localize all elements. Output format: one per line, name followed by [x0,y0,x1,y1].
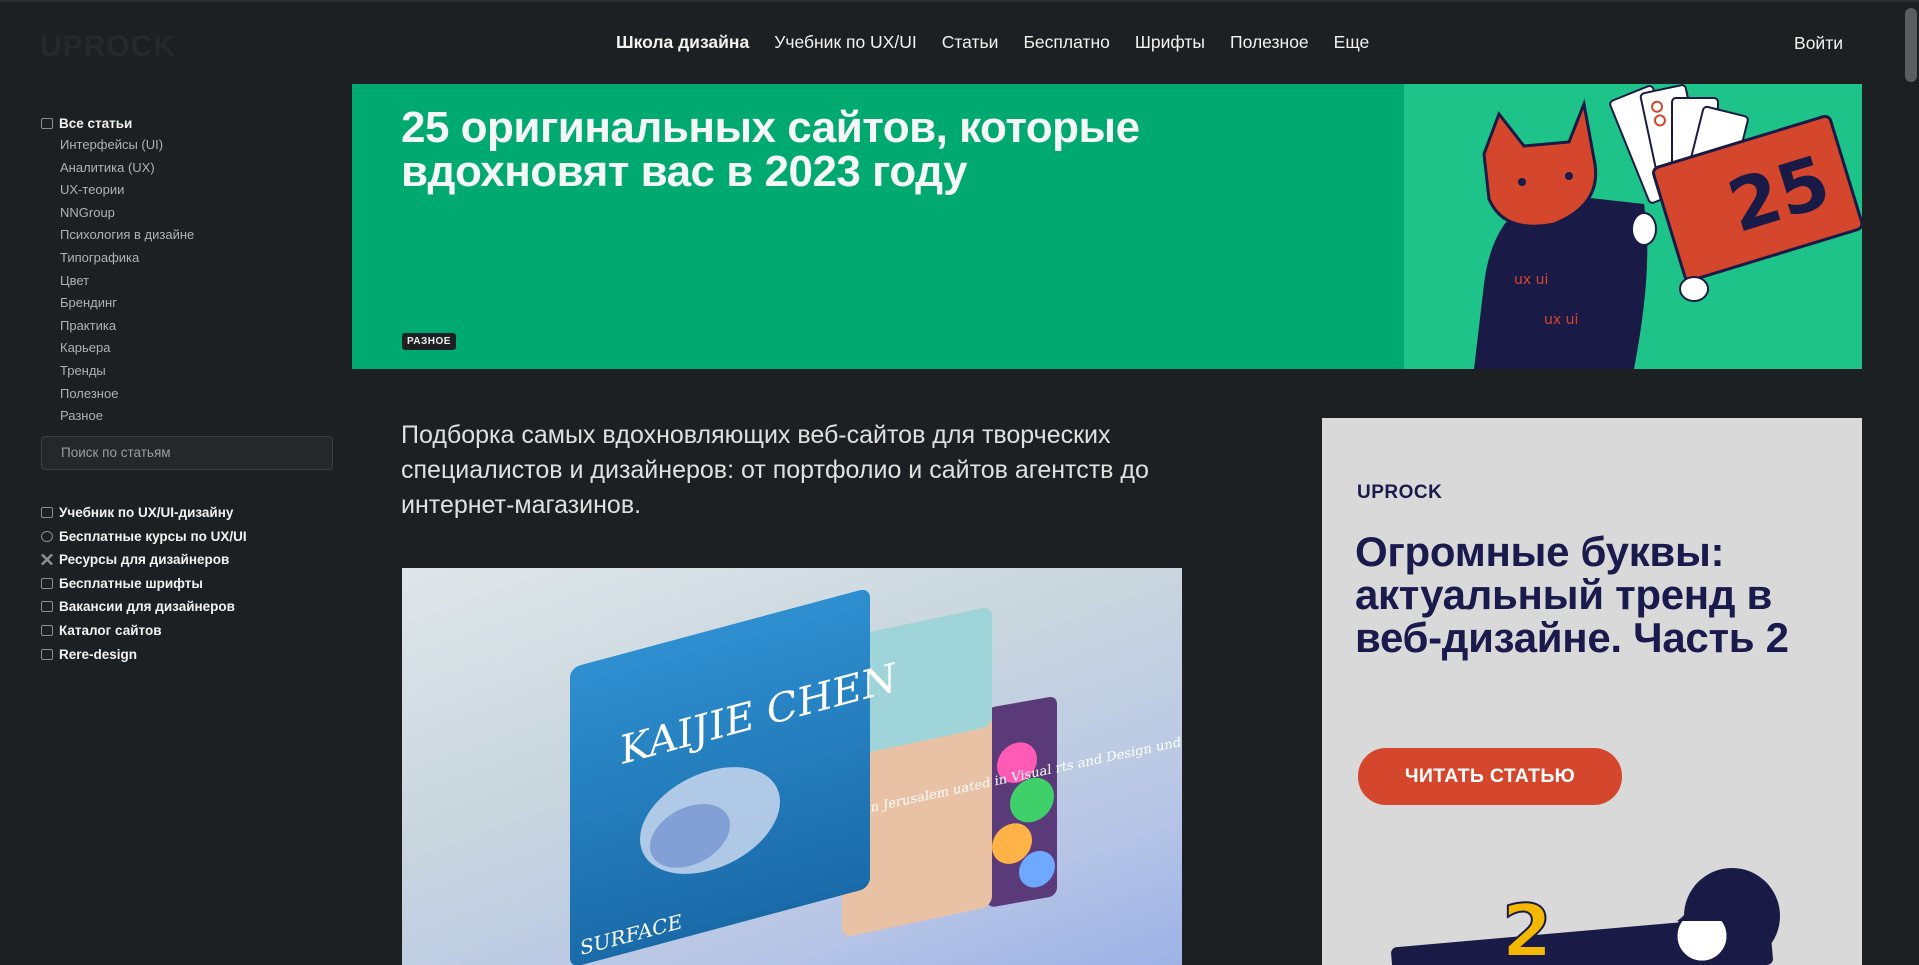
article-search-input[interactable]: Поиск по статьям [41,435,333,470]
sidebar-link-vacancies[interactable]: Вакансии для дизайнеров [41,595,333,619]
sidebar-category[interactable]: Практика [60,315,333,338]
sidebar-category[interactable]: Брендинг [60,292,333,315]
promo-illustration: 2 [1391,868,1780,965]
sidebar-link-label: Каталог сайтов [59,622,162,638]
shirt-pattern-text: ux ui [1544,312,1578,328]
article-hero: 25 оригинальных сайтов, которые вдохновя… [352,84,1862,369]
sidebar-category[interactable]: Аналитика (UX) [60,157,333,180]
briefcase-icon [41,601,53,613]
sidebar-link-label: Бесплатные шрифты [59,575,203,591]
sidebar-category[interactable]: Психология в дизайне [60,224,333,247]
top-navigation: UPROCK Школа дизайна Учебник по UX/UI Ст… [0,0,1919,84]
tools-icon [41,554,53,566]
star-icon [41,530,53,542]
sidebar-category[interactable]: NNGroup [60,202,333,225]
book-icon [41,507,53,519]
sidebar-category[interactable]: Полезное [60,383,333,406]
article-lead: Подборка самых вдохновляющих веб-сайтов … [401,421,1149,519]
sidebar: Все статьи Интерфейсы (UI) Аналитика (UX… [41,112,333,666]
layers-icon [41,648,53,660]
sidebar-link-label: Rere-design [59,646,138,662]
promo-title: Огромные буквы: актуальный тренд в веб-д… [1355,528,1789,661]
nav-item-fonts[interactable]: Шрифты [1135,32,1205,53]
sidebar-link-free-fonts[interactable]: Бесплатные шрифты [41,572,333,596]
promo-art-number: 2 [1502,889,1552,965]
sidebar-category[interactable]: Карьера [60,337,333,360]
shirt-pattern-text: ux ui [1514,272,1548,288]
nav-item-free[interactable]: Бесплатно [1023,32,1109,53]
sidebar-category[interactable]: UX-теории [60,179,333,202]
login-link[interactable]: Войти [1794,33,1843,54]
nav-item-more[interactable]: Еще [1334,32,1370,53]
fox-cards-illustration: 25 ux ui ux ui [1474,84,1862,369]
nav-item-articles[interactable]: Статьи [942,32,999,53]
sidebar-link-rere-design[interactable]: Rere-design [41,642,333,666]
hero-illustration: 25 ux ui ux ui [1404,84,1862,369]
sidebar-category[interactable]: Интерфейсы (UI) [60,134,333,157]
sidebar-all-articles[interactable]: Все статьи [41,112,333,134]
main-nav: Школа дизайна Учебник по UX/UI Статьи Бе… [616,32,1369,53]
sidebar-link-label: Учебник по UX/UI-дизайну [59,505,234,521]
nav-item-design-school[interactable]: Школа дизайна [616,32,749,53]
sidebar-link-free-courses[interactable]: Бесплатные курсы по UX/UI [41,524,333,548]
font-icon [41,577,53,589]
article-cover-image: d in Jerusalem uated in Visual rts and D… [402,568,1182,965]
sidebar-category[interactable]: Тренды [60,360,333,383]
sidebar-link-label: Вакансии для дизайнеров [59,599,235,615]
website-cards-illustration: d in Jerusalem uated in Visual rts and D… [570,589,1182,965]
promo-card[interactable]: UPROCK Огромные буквы: актуальный тренд … [1322,418,1862,965]
promo-logo: UPROCK [1357,482,1443,503]
nav-item-useful[interactable]: Полезное [1230,32,1309,53]
article-title: 25 оригинальных сайтов, которые вдохновя… [401,103,1140,196]
sidebar-category[interactable]: Цвет [60,270,333,293]
sidebar-all-articles-label: Все статьи [59,115,133,131]
sidebar-link-resources[interactable]: Ресурсы для дизайнеров [41,548,333,572]
sidebar-link-catalog[interactable]: Каталог сайтов [41,619,333,643]
sidebar-link-label: Бесплатные курсы по UX/UI [59,528,247,544]
site-logo[interactable]: UPROCK [40,30,176,64]
catalog-icon [41,624,53,636]
sidebar-links: Учебник по UX/UI-дизайну Бесплатные курс… [41,501,333,666]
sidebar-category[interactable]: Разное [60,405,333,428]
scrollbar-thumb[interactable] [1905,8,1917,82]
sidebar-link-textbook[interactable]: Учебник по UX/UI-дизайну [41,501,333,525]
book-icon [41,117,53,129]
sidebar-link-label: Ресурсы для дизайнеров [59,552,230,568]
sidebar-categories: Интерфейсы (UI) Аналитика (UX) UX-теории… [41,134,333,428]
read-article-button[interactable]: ЧИТАТЬ СТАТЬЮ [1358,748,1622,805]
nav-item-uxui-textbook[interactable]: Учебник по UX/UI [774,32,917,53]
sidebar-category[interactable]: Типографика [60,247,333,270]
category-tag[interactable]: РАЗНОЕ [402,333,456,350]
